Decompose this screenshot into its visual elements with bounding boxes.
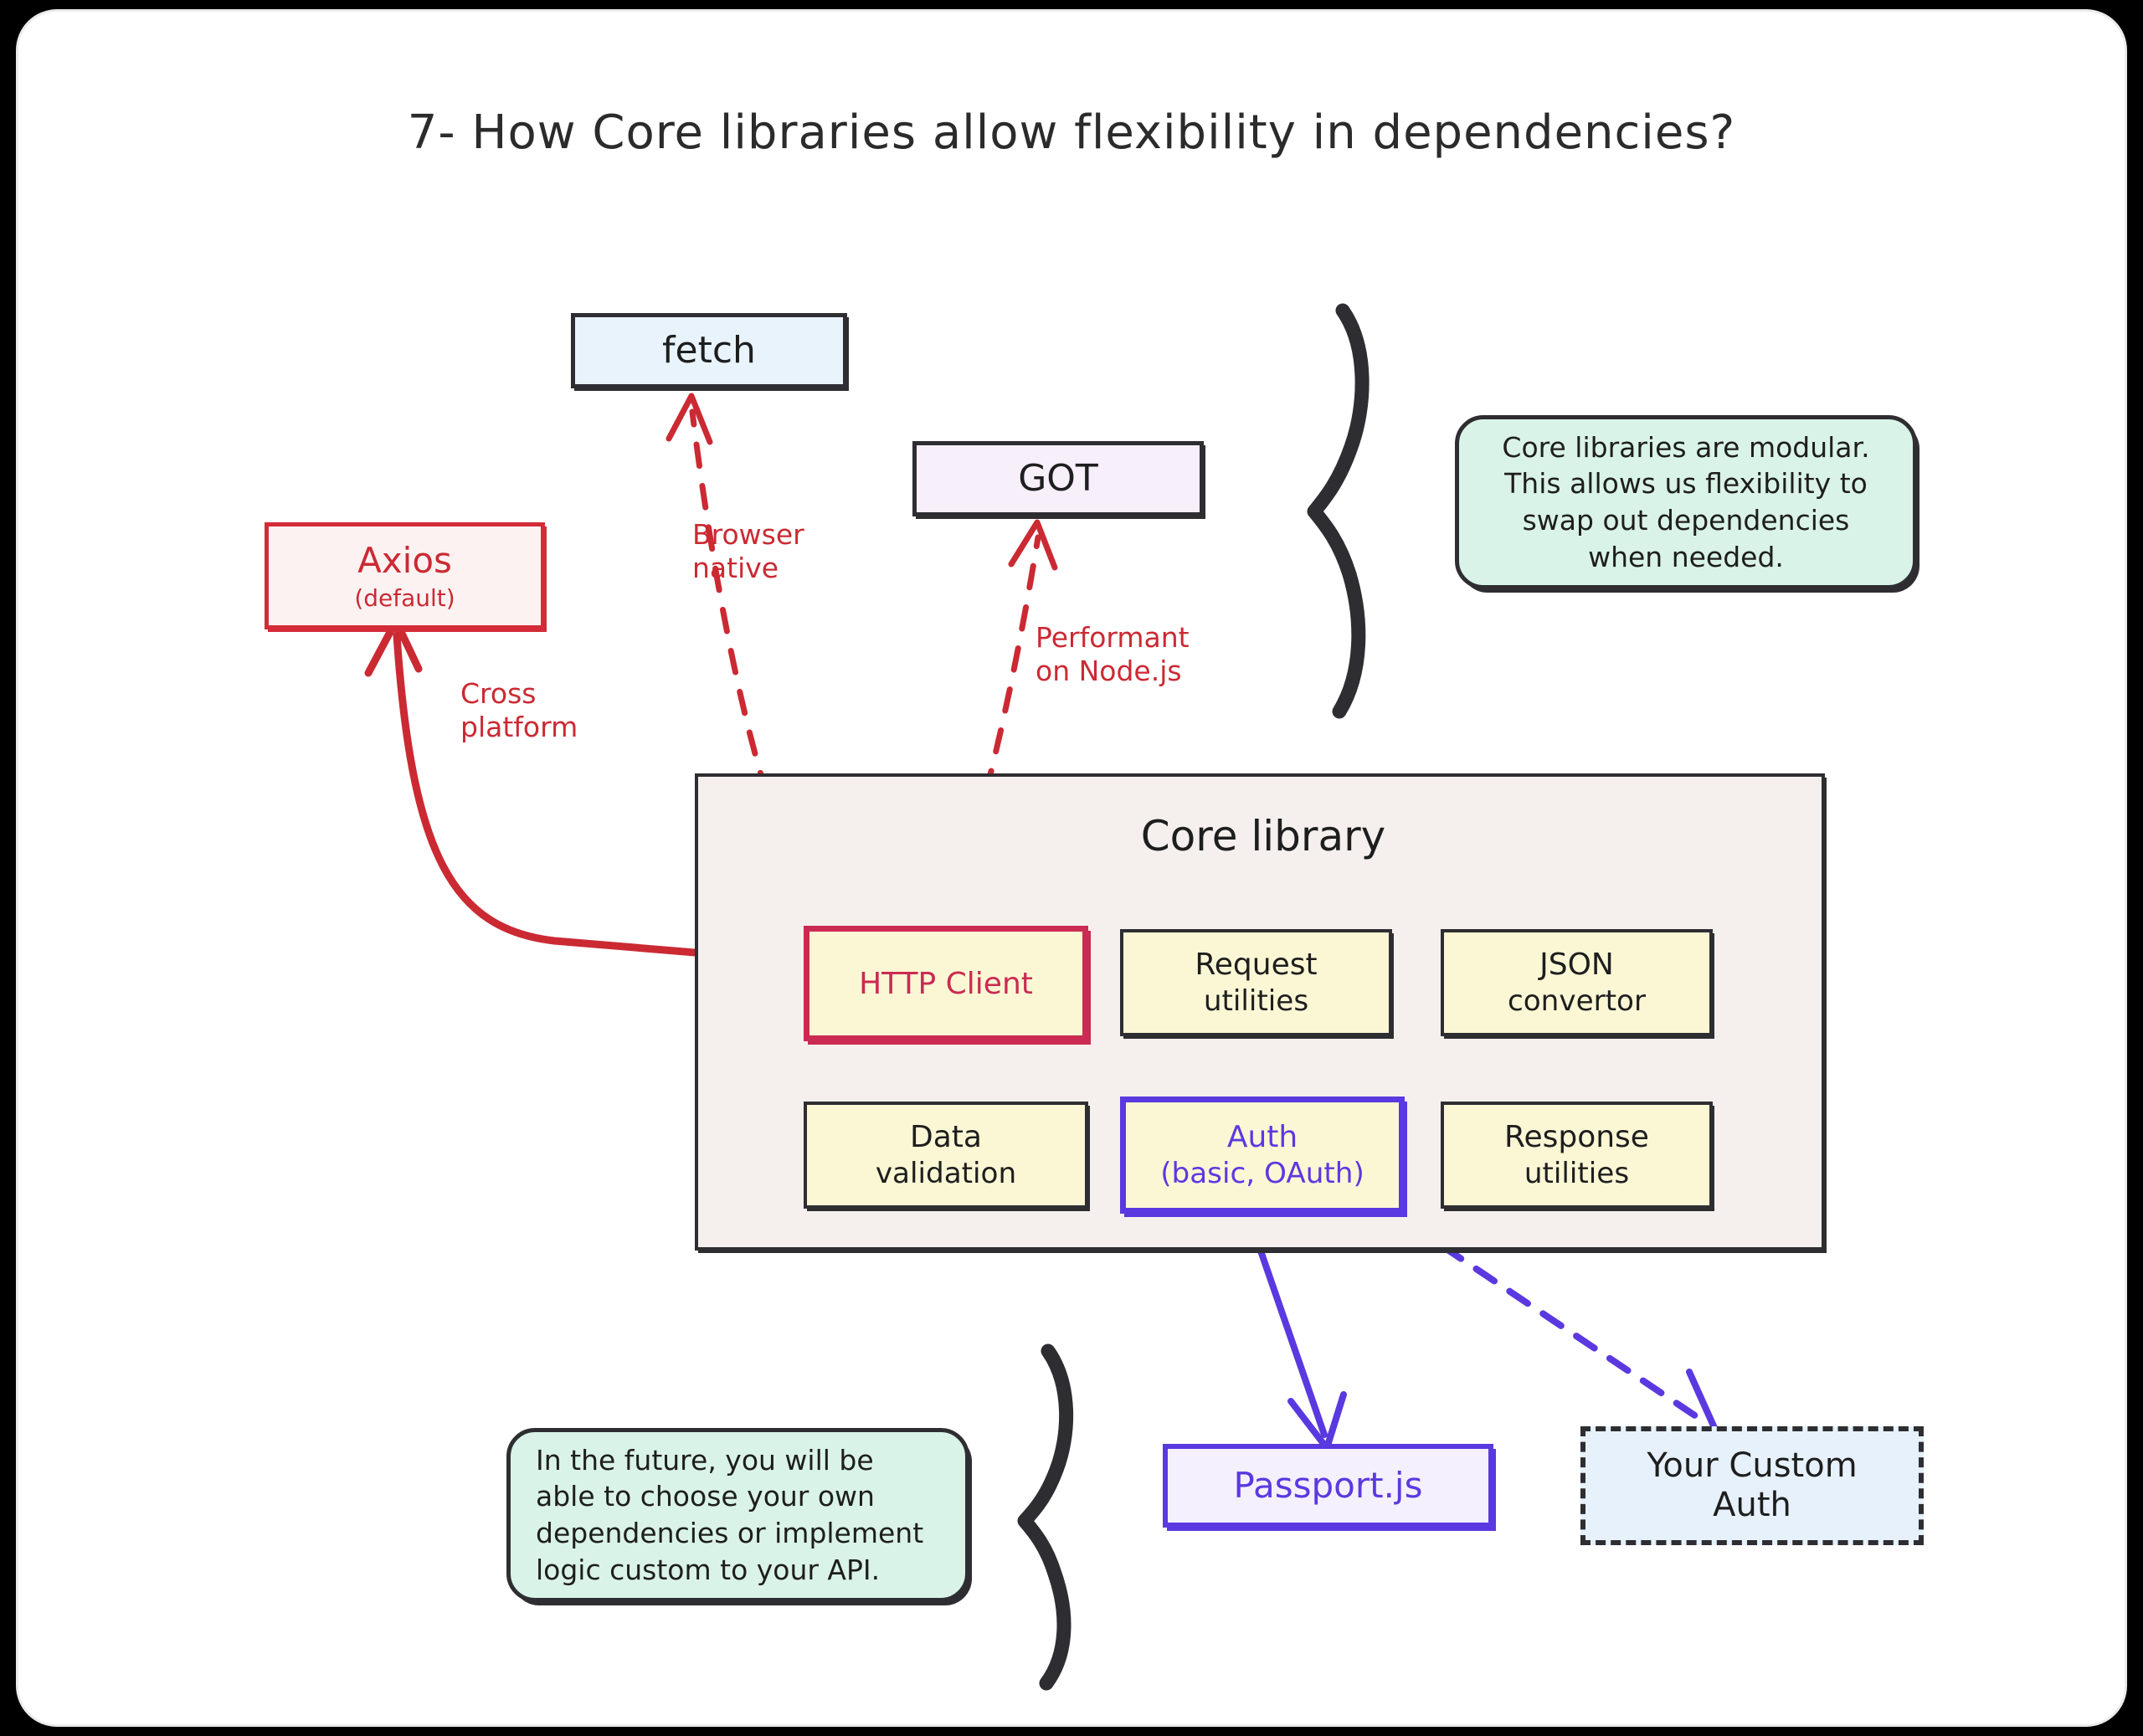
cell-http-client-label: HTTP Client xyxy=(859,966,1033,1001)
node-got[interactable]: GOT xyxy=(912,441,1204,516)
diagram-canvas: 7- How Core libraries allow flexibility … xyxy=(18,12,2125,1724)
node-fetch[interactable]: fetch xyxy=(571,313,847,388)
node-passport-js[interactable]: Passport.js xyxy=(1163,1444,1493,1528)
cell-data-validation[interactable]: Data validation xyxy=(804,1102,1088,1209)
cell-auth-line2: (basic, OAuth) xyxy=(1160,1157,1364,1191)
cell-request-utilities-line2: utilities xyxy=(1203,984,1309,1019)
cell-auth[interactable]: Auth (basic, OAuth) xyxy=(1120,1097,1405,1214)
cell-request-utilities-line1: Request xyxy=(1195,948,1318,983)
core-library-container: Core library HTTP Client Request utiliti… xyxy=(695,773,1825,1251)
node-axios[interactable]: Axios (default) xyxy=(265,522,545,629)
page-title: 7- How Core libraries allow flexibility … xyxy=(407,105,1736,160)
node-your-custom-auth[interactable]: Your Custom Auth xyxy=(1580,1426,1924,1545)
cell-response-utilities[interactable]: Response utilities xyxy=(1441,1102,1713,1209)
node-got-label: GOT xyxy=(1018,457,1098,501)
curly-brace-icon-top xyxy=(1307,303,1370,719)
edge-label-cross-platform: Cross platform xyxy=(460,677,578,744)
cell-http-client[interactable]: HTTP Client xyxy=(804,926,1088,1041)
cell-auth-line1: Auth xyxy=(1226,1120,1298,1155)
cell-response-utilities-line1: Response xyxy=(1504,1120,1649,1155)
note-future-dependencies: In the future, you will be able to choos… xyxy=(506,1428,969,1602)
note-core-libraries-modular: Core libraries are modular. This allows … xyxy=(1455,415,1917,589)
curly-brace-icon-bottom xyxy=(1017,1343,1074,1691)
cell-response-utilities-line2: utilities xyxy=(1524,1157,1630,1191)
node-your-custom-auth-line2: Auth xyxy=(1713,1486,1791,1524)
edge-label-performant-node: Performant on Node.js xyxy=(1036,621,1190,688)
node-passport-js-label: Passport.js xyxy=(1233,1465,1423,1507)
cell-json-convertor-line1: JSON xyxy=(1539,948,1614,983)
cell-request-utilities[interactable]: Request utilities xyxy=(1120,929,1392,1036)
node-axios-sublabel: (default) xyxy=(354,584,455,613)
cell-json-convertor-line2: convertor xyxy=(1507,984,1647,1019)
node-axios-label: Axios xyxy=(357,539,452,581)
node-fetch-label: fetch xyxy=(662,329,756,372)
edge-label-browser-native: Browser native xyxy=(692,518,804,585)
core-library-title: Core library xyxy=(1140,812,1386,860)
node-your-custom-auth-line1: Your Custom xyxy=(1647,1446,1858,1485)
cell-json-convertor[interactable]: JSON convertor xyxy=(1441,929,1713,1036)
cell-data-validation-line2: validation xyxy=(875,1157,1017,1191)
cell-data-validation-line1: Data xyxy=(910,1120,982,1155)
arrow-auth-to-passport xyxy=(1246,1214,1347,1451)
